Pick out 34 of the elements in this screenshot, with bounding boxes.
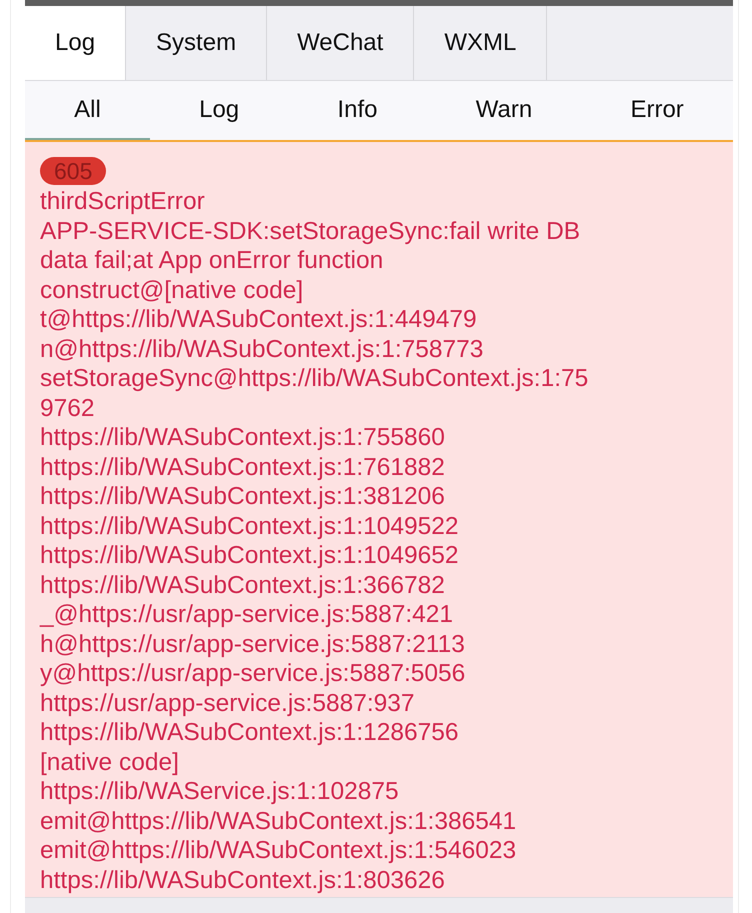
log-line: https://lib/WAService.js:1:102875: [40, 777, 400, 806]
log-line: emit@https://lib/WASubContext.js:1:546023: [40, 836, 518, 866]
log-line: _@https://usr/app-service.js:5887:421: [40, 600, 454, 630]
filter-tab[interactable]: Error: [581, 81, 733, 140]
tab[interactable]: WXML: [414, 6, 548, 80]
filter-tab[interactable]: Log: [150, 81, 288, 140]
tab[interactable]: System: [126, 6, 268, 80]
log-line: setStorageSync@https://lib/WASubContext.js:1:75: [40, 364, 590, 394]
log-line: y@https://usr/app-service.js:5887:5056: [40, 659, 466, 688]
log-line: 9762: [40, 394, 96, 423]
log-line: https://lib/WASubContext.js:1:1049652: [40, 541, 460, 570]
log-line: https://lib/WASubContext.js:1:1049522: [40, 512, 460, 541]
filter-tab[interactable]: Warn: [426, 81, 582, 140]
log-line: https://lib/WASubContext.js:1:803626: [40, 866, 446, 895]
log-line: n@https://lib/WASubContext.js:1:758773: [40, 334, 484, 364]
log-line: https://usr/app-service.js:5887:937: [40, 688, 416, 718]
log-line: https://lib/WASubContext.js:1:755860: [40, 423, 446, 452]
log-line: APP-SERVICE-SDK:setStorageSync:fail write DB: [40, 216, 582, 246]
log-line: https://lib/WASubContext.js:1:1286756: [40, 718, 460, 748]
log-line: construct@[native code]: [40, 276, 304, 305]
log-line: thirdScriptError: [40, 187, 206, 216]
log-line: data fail;at App onError function: [40, 246, 384, 276]
tab[interactable]: WeChat: [267, 6, 414, 80]
log-line: https://lib/WASubContext.js:1:761882: [40, 452, 446, 482]
tab[interactable]: Log: [25, 6, 126, 80]
count-badge: 605: [40, 157, 106, 185]
filter-tab[interactable]: All: [25, 81, 150, 140]
log-line: emit@https://lib/WASubContext.js:1:386541: [40, 806, 518, 836]
log-line: https://lib/WASubContext.js:1:366782: [40, 570, 446, 600]
log-line: https://lib/WASubContext.js:1:381206: [40, 482, 446, 512]
filter-tab[interactable]: Info: [288, 81, 426, 140]
log-line: [native code]: [40, 748, 180, 777]
log-line: t@https://lib/WASubContext.js:1:449479: [40, 305, 478, 334]
log-line: h@https://usr/app-service.js:5887:2113: [40, 630, 466, 659]
